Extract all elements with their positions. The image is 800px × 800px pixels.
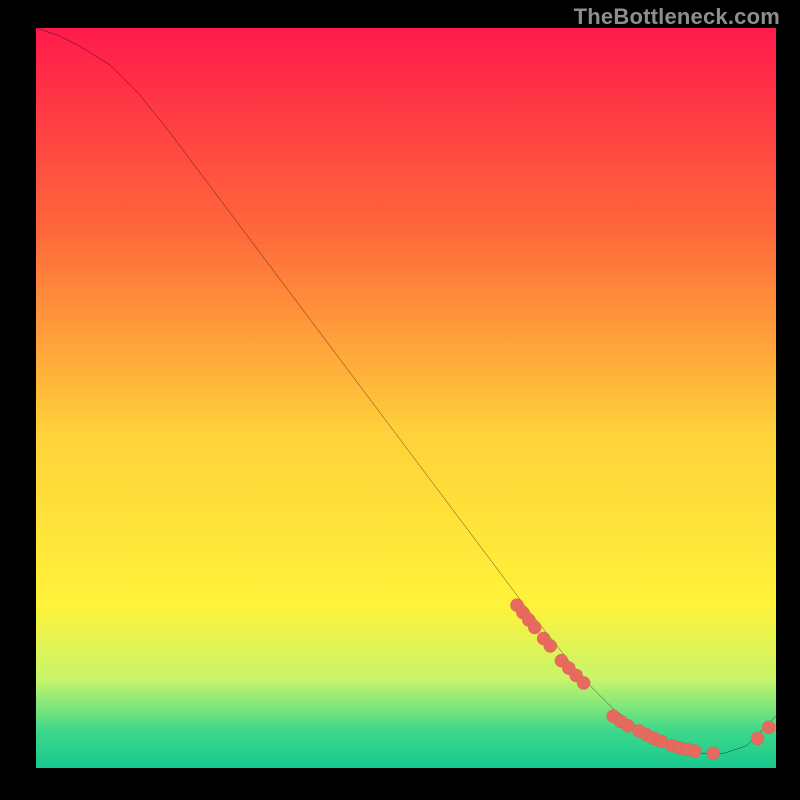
data-point <box>577 676 590 689</box>
chart-stage: TheBottleneck.com <box>0 0 800 800</box>
watermark-text: TheBottleneck.com <box>574 4 780 30</box>
gradient-background <box>36 28 776 768</box>
plot-area <box>36 28 776 768</box>
data-point <box>762 721 775 734</box>
data-point <box>528 621 541 634</box>
plot-svg <box>36 28 776 768</box>
data-point <box>688 744 701 757</box>
data-point <box>706 747 719 760</box>
data-point <box>544 639 557 652</box>
data-point <box>751 732 764 745</box>
